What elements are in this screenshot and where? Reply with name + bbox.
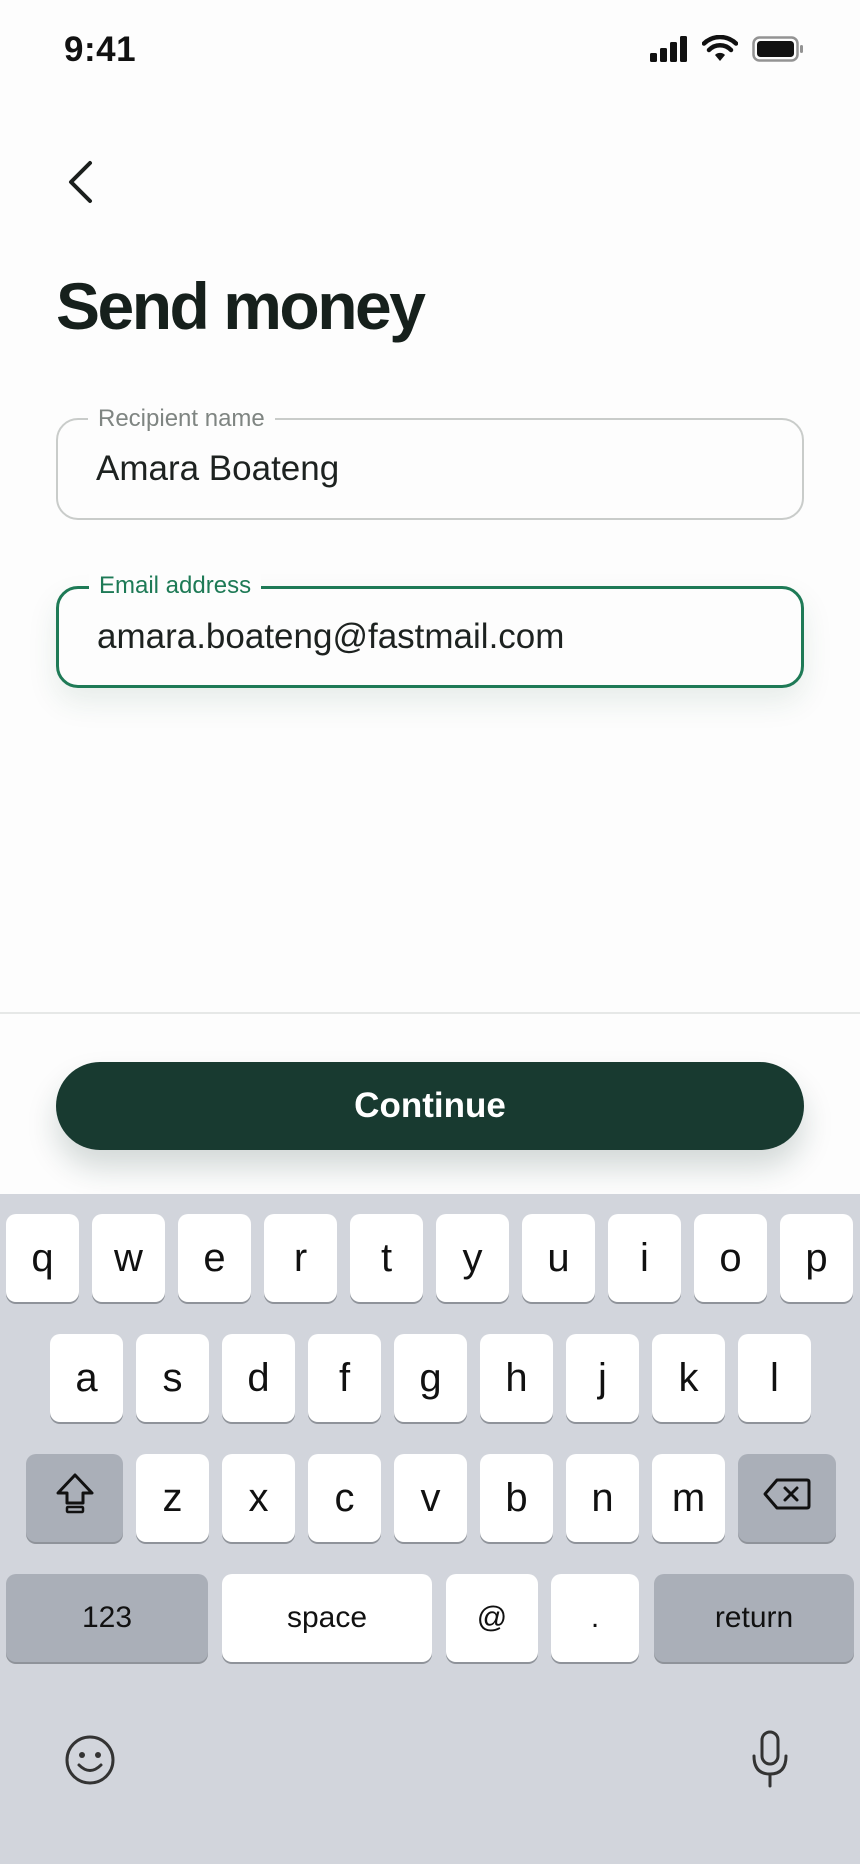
chevron-left-icon: [65, 159, 95, 210]
key-n[interactable]: n: [566, 1454, 639, 1542]
dictation-button[interactable]: [744, 1730, 796, 1792]
key-f[interactable]: f: [308, 1334, 381, 1422]
numbers-key[interactable]: 123: [6, 1574, 208, 1662]
key-g[interactable]: g: [394, 1334, 467, 1422]
space-key[interactable]: space: [222, 1574, 432, 1662]
key-a[interactable]: a: [50, 1334, 123, 1422]
key-c[interactable]: c: [308, 1454, 381, 1542]
status-icons: [650, 34, 804, 68]
status-bar: 9:41: [0, 0, 860, 104]
key-x[interactable]: x: [222, 1454, 295, 1542]
key-t[interactable]: t: [350, 1214, 423, 1302]
page-title: Send money: [56, 269, 426, 343]
email-address-field[interactable]: Email address amara.boateng@fastmail.com: [56, 571, 804, 688]
delete-icon: [763, 1476, 811, 1521]
emoji-icon: [64, 1734, 116, 1791]
key-m[interactable]: m: [652, 1454, 725, 1542]
keyboard: q w e r t y u i o p a s d f g h j k l z …: [0, 1194, 860, 1864]
key-s[interactable]: s: [136, 1334, 209, 1422]
shift-icon: [55, 1472, 95, 1524]
key-o[interactable]: o: [694, 1214, 767, 1302]
cellular-signal-icon: [650, 35, 688, 67]
key-b[interactable]: b: [480, 1454, 553, 1542]
key-v[interactable]: v: [394, 1454, 467, 1542]
key-h[interactable]: h: [480, 1334, 553, 1422]
key-e[interactable]: e: [178, 1214, 251, 1302]
emoji-button[interactable]: [62, 1734, 118, 1790]
key-r[interactable]: r: [264, 1214, 337, 1302]
footer-divider: [0, 1012, 860, 1014]
key-y[interactable]: y: [436, 1214, 509, 1302]
delete-key[interactable]: [738, 1454, 836, 1542]
key-p[interactable]: p: [780, 1214, 853, 1302]
status-time: 9:41: [64, 30, 137, 69]
key-q[interactable]: q: [6, 1214, 79, 1302]
shift-key[interactable]: [26, 1454, 123, 1542]
battery-icon: [752, 35, 804, 67]
key-j[interactable]: j: [566, 1334, 639, 1422]
continue-button[interactable]: Continue: [56, 1062, 804, 1150]
recipient-name-field[interactable]: Recipient name Amara Boateng: [56, 404, 804, 520]
at-key[interactable]: @: [446, 1574, 538, 1662]
key-u[interactable]: u: [522, 1214, 595, 1302]
key-d[interactable]: d: [222, 1334, 295, 1422]
recipient-name-input[interactable]: Amara Boateng: [96, 420, 776, 518]
email-address-input[interactable]: amara.boateng@fastmail.com: [97, 589, 777, 685]
key-w[interactable]: w: [92, 1214, 165, 1302]
microphone-icon: [750, 1730, 790, 1793]
dot-key[interactable]: .: [551, 1574, 639, 1662]
wifi-icon: [701, 34, 739, 68]
return-key[interactable]: return: [654, 1574, 854, 1662]
back-button[interactable]: [56, 156, 104, 212]
key-z[interactable]: z: [136, 1454, 209, 1542]
key-l[interactable]: l: [738, 1334, 811, 1422]
key-k[interactable]: k: [652, 1334, 725, 1422]
key-i[interactable]: i: [608, 1214, 681, 1302]
